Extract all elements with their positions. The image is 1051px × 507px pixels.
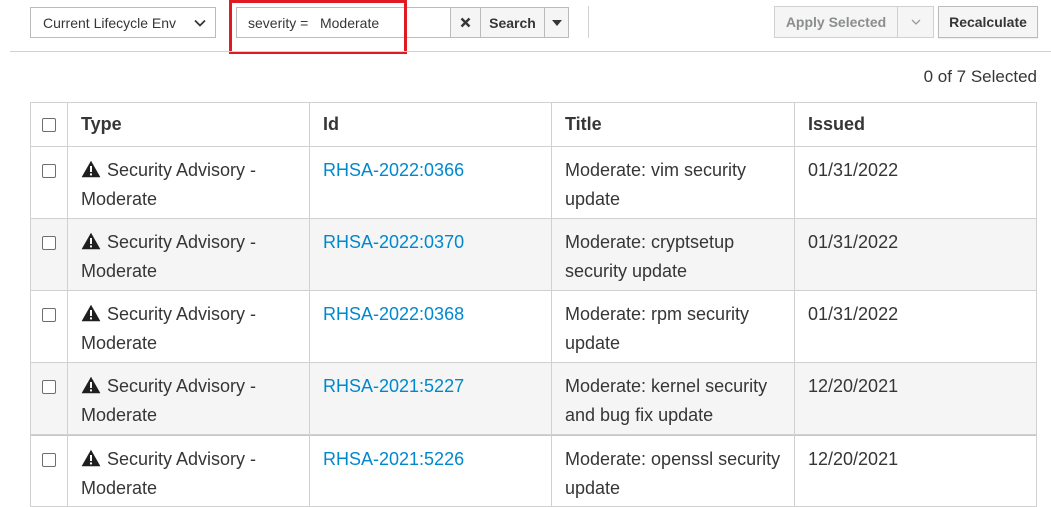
apply-selected-button[interactable]: Apply Selected xyxy=(774,6,898,38)
toolbar-divider-line xyxy=(10,51,1051,52)
title-text-continued: update xyxy=(565,478,621,498)
type-text: Security Advisory - xyxy=(107,160,257,180)
column-header-title[interactable]: Title xyxy=(552,103,795,146)
advisory-id-link[interactable]: RHSA-2022:0370 xyxy=(323,232,464,252)
type-severity-text: Moderate xyxy=(81,478,158,498)
title-text: Moderate: cryptsetup xyxy=(565,232,735,252)
title-cell: Moderate: cryptsetup security update xyxy=(552,219,795,290)
table-row: Security Advisory - Moderate RHSA-2021:52… xyxy=(31,363,1036,435)
row-checkbox[interactable] xyxy=(42,453,56,467)
title-text-continued: update xyxy=(565,189,621,209)
advisory-id-link[interactable]: RHSA-2022:0368 xyxy=(323,304,464,324)
title-cell: Moderate: vim security update xyxy=(552,147,795,218)
type-text: Security Advisory - xyxy=(107,232,257,252)
advisory-id-link[interactable]: RHSA-2021:5226 xyxy=(323,449,464,469)
warning-icon xyxy=(81,232,101,250)
row-select-cell xyxy=(31,436,68,506)
table-row: Security Advisory - Moderate RHSA-2021:52… xyxy=(31,435,1036,507)
type-text: Security Advisory - xyxy=(107,304,257,324)
title-text: Moderate: vim security xyxy=(565,160,747,180)
lifecycle-env-select-value: Current Lifecycle Env xyxy=(43,14,177,31)
close-icon xyxy=(460,17,471,28)
title-text: Moderate: openssl security xyxy=(565,449,781,469)
row-select-cell xyxy=(31,147,68,218)
title-text-continued: and bug fix update xyxy=(565,405,714,425)
row-checkbox[interactable] xyxy=(42,164,56,178)
table-row: Security Advisory - Moderate RHSA-2022:03… xyxy=(31,147,1036,219)
title-text: Moderate: kernel security xyxy=(565,376,768,396)
row-checkbox[interactable] xyxy=(42,236,56,250)
warning-icon xyxy=(81,160,101,178)
type-text: Security Advisory - xyxy=(107,376,257,396)
type-severity-text: Moderate xyxy=(81,405,158,425)
warning-icon xyxy=(81,304,101,322)
column-header-id[interactable]: Id xyxy=(310,103,552,146)
type-cell: Security Advisory - Moderate xyxy=(68,147,310,218)
lifecycle-env-select[interactable]: Current Lifecycle Env xyxy=(30,7,216,38)
id-cell: RHSA-2021:5226 xyxy=(310,436,552,506)
type-cell: Security Advisory - Moderate xyxy=(68,363,310,434)
title-text: Moderate: rpm security xyxy=(565,304,750,324)
id-cell: RHSA-2022:0368 xyxy=(310,291,552,362)
row-checkbox[interactable] xyxy=(42,308,56,322)
search-input[interactable]: severity = Moderate xyxy=(236,7,451,38)
issued-cell: 12/20/2021 xyxy=(808,449,899,469)
table-header-row: Type Id Title Issued xyxy=(31,103,1036,147)
select-all-cell xyxy=(31,103,68,146)
table-row: Security Advisory - Moderate RHSA-2022:03… xyxy=(31,219,1036,291)
row-select-cell xyxy=(31,219,68,290)
id-cell: RHSA-2022:0366 xyxy=(310,147,552,218)
select-all-checkbox[interactable] xyxy=(42,117,56,132)
advisory-id-link[interactable]: RHSA-2021:5227 xyxy=(323,376,464,396)
type-severity-text: Moderate xyxy=(81,189,158,209)
type-severity-text: Moderate xyxy=(81,333,158,353)
search-button[interactable]: Search xyxy=(480,7,545,38)
clear-search-button[interactable] xyxy=(450,7,481,38)
errata-table: Type Id Title Issued Security Advisory -… xyxy=(30,102,1037,507)
title-text-continued: security update xyxy=(565,261,688,281)
warning-icon xyxy=(81,376,101,394)
advisory-id-link[interactable]: RHSA-2022:0366 xyxy=(323,160,464,180)
type-cell: Security Advisory - Moderate xyxy=(68,219,310,290)
id-cell: RHSA-2022:0370 xyxy=(310,219,552,290)
title-text-continued: update xyxy=(565,333,621,353)
column-header-type[interactable]: Type xyxy=(68,103,310,146)
issued-cell: 01/31/2022 xyxy=(808,160,899,180)
row-select-cell xyxy=(31,291,68,362)
row-checkbox[interactable] xyxy=(42,380,56,394)
issued-cell: 01/31/2022 xyxy=(808,304,899,324)
search-query-text: severity = Moderate xyxy=(248,14,380,31)
apply-options-dropdown[interactable] xyxy=(897,6,934,38)
type-text: Security Advisory - xyxy=(107,449,257,469)
warning-icon xyxy=(81,449,101,467)
chevron-down-icon xyxy=(911,19,920,25)
recalculate-button[interactable]: Recalculate xyxy=(938,6,1038,38)
title-cell: Moderate: rpm security update xyxy=(552,291,795,362)
issued-cell: 01/31/2022 xyxy=(808,232,899,252)
type-severity-text: Moderate xyxy=(81,261,158,281)
id-cell: RHSA-2021:5227 xyxy=(310,363,552,434)
toolbar-divider xyxy=(588,6,589,38)
type-cell: Security Advisory - Moderate xyxy=(68,291,310,362)
type-cell: Security Advisory - Moderate xyxy=(68,436,310,506)
table-row: Security Advisory - Moderate RHSA-2022:03… xyxy=(31,291,1036,363)
search-options-dropdown[interactable] xyxy=(544,7,569,38)
column-header-issued[interactable]: Issued xyxy=(795,103,1036,146)
caret-down-icon xyxy=(551,19,562,26)
selection-count: 0 of 7 Selected xyxy=(923,67,1037,86)
chevron-down-icon xyxy=(194,19,206,27)
title-cell: Moderate: openssl security update xyxy=(552,436,795,506)
title-cell: Moderate: kernel security and bug fix upd… xyxy=(552,363,795,434)
row-select-cell xyxy=(31,363,68,434)
issued-cell: 12/20/2021 xyxy=(808,376,899,396)
